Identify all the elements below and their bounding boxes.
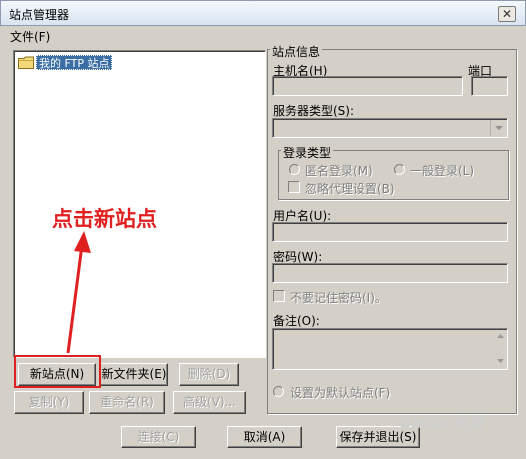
anonymous-label: 匿名登录(M) bbox=[305, 164, 373, 178]
normal-login-label: 一般登录(L) bbox=[410, 164, 475, 178]
menu-bar: 文件(F) bbox=[0, 26, 526, 44]
login-type-title: 登录类型 bbox=[281, 144, 334, 161]
cancel-button[interactable]: 取消(A) bbox=[227, 426, 302, 448]
close-icon: ✕ bbox=[501, 7, 513, 21]
advanced-button[interactable]: 高级(V)... bbox=[173, 391, 246, 414]
folder-icon bbox=[18, 56, 34, 69]
tree-item-my-ftp-sites[interactable]: 我的 FTP 站点 bbox=[36, 55, 113, 70]
server-type-label: 服务器类型(S): bbox=[273, 104, 355, 118]
close-button[interactable]: ✕ bbox=[498, 6, 516, 22]
ignore-proxy-checkbox[interactable] bbox=[288, 181, 300, 193]
server-type-select[interactable] bbox=[272, 118, 508, 138]
host-input[interactable] bbox=[272, 76, 463, 96]
copy-button[interactable]: 复制(Y) bbox=[14, 391, 84, 414]
delete-button[interactable]: 删除(D) bbox=[179, 363, 239, 386]
title-bar: 站点管理器 ✕ bbox=[0, 0, 526, 26]
menu-file[interactable]: 文件(F) bbox=[10, 28, 50, 45]
default-site-radio[interactable] bbox=[273, 386, 284, 397]
watermark: Baidu 经验 bbox=[400, 414, 484, 432]
notes-textarea[interactable] bbox=[272, 328, 508, 370]
username-input[interactable] bbox=[272, 222, 508, 242]
highlight-box bbox=[14, 355, 101, 388]
anonymous-radio[interactable] bbox=[289, 164, 300, 175]
rename-button[interactable]: 重命名(R) bbox=[89, 391, 165, 414]
scroll-arrows-icon bbox=[497, 334, 504, 363]
annotation-text: 点击新站点 bbox=[52, 207, 157, 231]
chevron-down-icon bbox=[490, 120, 506, 136]
connect-button[interactable]: 连接(C) bbox=[121, 426, 196, 448]
default-site-label: 设置为默认站点(F) bbox=[290, 386, 391, 400]
annotation-arrow-icon bbox=[66, 231, 91, 354]
no-save-password-checkbox[interactable] bbox=[273, 290, 285, 302]
notes-label: 备注(O): bbox=[273, 314, 320, 328]
password-input[interactable] bbox=[272, 263, 508, 283]
no-save-password-label: 不要记住密码(I)。 bbox=[290, 291, 387, 305]
port-input[interactable] bbox=[471, 76, 508, 96]
new-folder-button[interactable]: 新文件夹(E) bbox=[100, 363, 168, 386]
ignore-proxy-label: 忽略代理设置(B) bbox=[305, 182, 395, 196]
site-info-title: 站点信息 bbox=[270, 43, 323, 60]
window-title: 站点管理器 bbox=[9, 8, 70, 22]
normal-login-radio[interactable] bbox=[394, 164, 405, 175]
